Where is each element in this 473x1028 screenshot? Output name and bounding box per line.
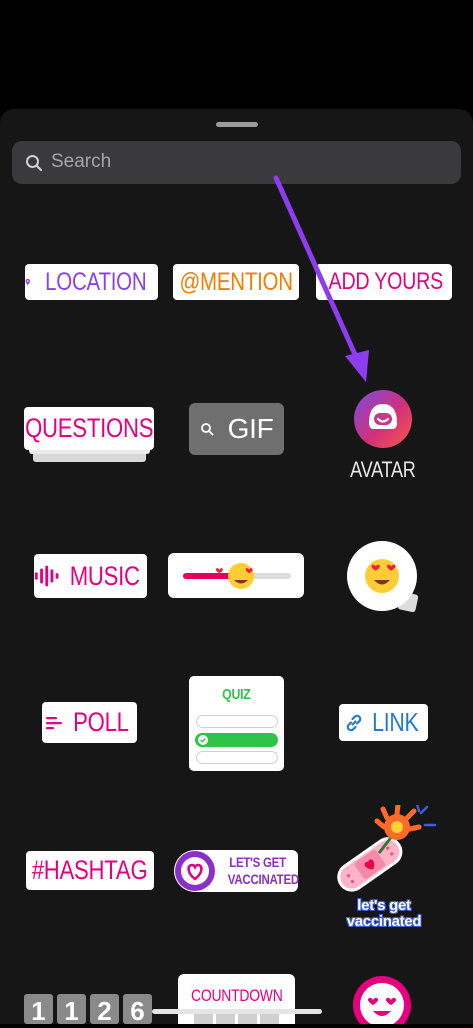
- poll-label: POLL: [72, 707, 129, 737]
- location-label: LOCATION: [45, 267, 148, 296]
- vaccinated-line2: VACCINATED: [227, 871, 299, 887]
- gif-sticker[interactable]: GIF: [189, 403, 284, 455]
- vaccinated-art-line1: let's get: [357, 897, 411, 914]
- vaccine-heart-icon: [175, 851, 215, 891]
- quiz-sticker[interactable]: QUIZ: [189, 676, 284, 771]
- check-icon: [198, 735, 208, 745]
- lets-get-vaccinated-art-sticker[interactable]: let's get vaccinated: [331, 802, 437, 930]
- vaccinated-art-line2: vaccinated: [346, 913, 422, 930]
- home-indicator[interactable]: [152, 1009, 322, 1014]
- quiz-option: [195, 715, 278, 728]
- sheet-grabber[interactable]: [216, 122, 258, 127]
- poll-lines-icon: [45, 716, 62, 729]
- avatar-icon: [354, 390, 412, 448]
- search-icon: [26, 155, 43, 172]
- countdown-cells: [194, 1014, 279, 1024]
- emoji-reaction-sticker[interactable]: [345, 541, 421, 613]
- avatar-label: AVATAR: [350, 457, 416, 482]
- location-pin-icon: [25, 278, 30, 286]
- location-sticker[interactable]: LOCATION: [25, 264, 158, 300]
- countdown-label: COUNTDOWN: [190, 986, 283, 1005]
- emoji-badge-sticker[interactable]: [352, 975, 412, 1024]
- emoji-slider-sticker[interactable]: [168, 553, 304, 598]
- emoji-slider-icon: [183, 562, 291, 589]
- hashtag-sticker[interactable]: #HASHTAG: [26, 851, 154, 890]
- link-chain-icon: [346, 714, 361, 731]
- music-waveform-icon: [34, 565, 59, 587]
- clock-sticker[interactable]: 1 1 2 6: [24, 994, 152, 1026]
- clock-digit: 1: [57, 994, 86, 1026]
- quiz-label: QUIZ: [222, 686, 251, 703]
- mention-sticker[interactable]: @MENTION: [173, 264, 299, 300]
- add-yours-label: ADD YOURS: [328, 268, 443, 295]
- mention-label: @MENTION: [179, 267, 293, 296]
- link-label: LINK: [371, 707, 419, 737]
- quiz-option: [195, 751, 278, 764]
- clock-digit: 6: [123, 994, 152, 1026]
- heart-eyes-badge-icon: [353, 976, 411, 1024]
- search-bar[interactable]: Search: [12, 141, 461, 184]
- quiz-correct-option: [195, 733, 278, 747]
- poll-sticker[interactable]: POLL: [42, 702, 137, 743]
- hashtag-label: #HASHTAG: [32, 855, 148, 885]
- clock-digit: 1: [24, 994, 53, 1026]
- questions-label: QUESTIONS: [24, 413, 154, 443]
- countdown-sticker[interactable]: COUNTDOWN: [178, 974, 295, 1024]
- avatar-sticker[interactable]: [353, 389, 413, 449]
- heart-eyes-emoji-icon: [347, 541, 419, 613]
- vaccinated-line1: LET'S GET: [229, 854, 287, 870]
- bandage-flower-icon: [337, 802, 437, 892]
- gif-label: GIF: [227, 413, 274, 444]
- music-sticker[interactable]: MUSIC: [34, 554, 147, 598]
- clock-digit: 2: [90, 994, 119, 1026]
- gif-search-icon: [200, 423, 214, 436]
- questions-sticker[interactable]: QUESTIONS: [24, 407, 154, 450]
- add-yours-sticker[interactable]: ADD YOURS: [316, 264, 452, 300]
- avatar-caption: AVATAR: [343, 457, 423, 483]
- link-sticker[interactable]: LINK: [339, 704, 428, 741]
- music-label: MUSIC: [69, 560, 140, 591]
- vaccinated-sticker[interactable]: LET'S GET VACCINATED: [174, 850, 299, 892]
- search-input[interactable]: Search: [51, 151, 111, 173]
